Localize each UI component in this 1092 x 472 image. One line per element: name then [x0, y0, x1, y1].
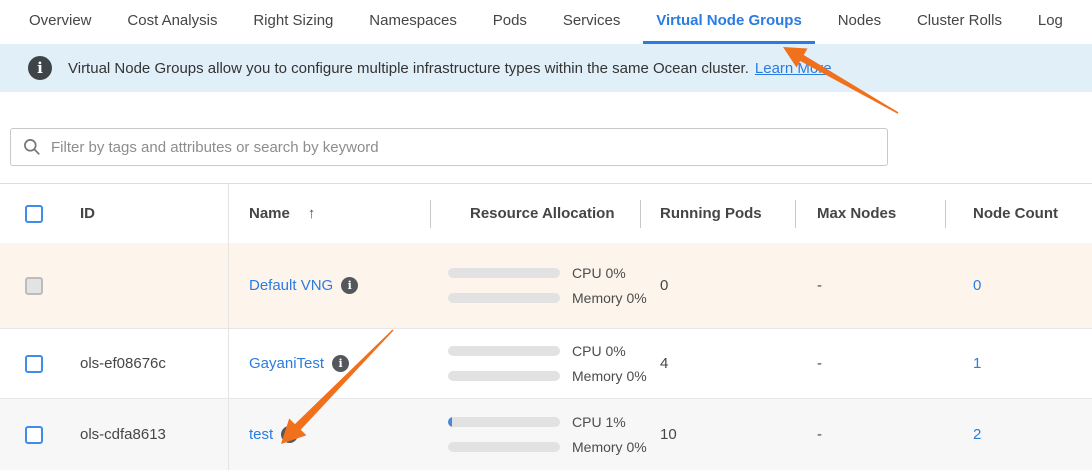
filter-section [0, 92, 1092, 166]
cpu-bar [448, 346, 560, 356]
vng-info-icon[interactable]: i [281, 426, 298, 443]
header-name[interactable]: Name ↑ [228, 184, 430, 243]
node-count-link[interactable]: 2 [973, 426, 981, 443]
table-body: Default VNG i CPU 0% Memory 0% 0 - 0 ols… [0, 243, 1092, 470]
filter-input[interactable] [51, 139, 875, 156]
select-all-checkbox[interactable] [25, 205, 43, 223]
header-id: ID [56, 184, 228, 243]
running-pods-value: 4 [640, 329, 795, 398]
search-icon [23, 138, 41, 156]
tab-right-sizing[interactable]: Right Sizing [240, 0, 346, 44]
running-pods-value: 10 [640, 399, 795, 470]
tab-cluster-rolls[interactable]: Cluster Rolls [904, 0, 1015, 44]
vng-info-icon[interactable]: i [341, 277, 358, 294]
max-nodes-value: - [795, 329, 945, 398]
cluster-tab-bar: OverviewCost AnalysisRight SizingNamespa… [0, 0, 1092, 44]
resource-allocation: CPU 0% Memory 0% [448, 265, 647, 306]
tab-overview[interactable]: Overview [16, 0, 105, 44]
cpu-label: CPU 0% [572, 265, 626, 281]
cpu-label: CPU 0% [572, 343, 626, 359]
max-nodes-value: - [795, 399, 945, 470]
tab-pods[interactable]: Pods [480, 0, 540, 44]
memory-bar [448, 371, 560, 381]
virtual-node-groups-page: OverviewCost AnalysisRight SizingNamespa… [0, 0, 1092, 472]
tab-services[interactable]: Services [550, 0, 634, 44]
memory-bar [448, 442, 560, 452]
banner-text: Virtual Node Groups allow you to configu… [68, 60, 832, 77]
table-row: ols-ef08676c GayaniTest i CPU 0% Memory … [0, 328, 1092, 398]
sort-ascending-icon[interactable]: ↑ [308, 205, 316, 222]
info-banner: i Virtual Node Groups allow you to confi… [0, 44, 1092, 92]
table-row: ols-cdfa8613 test i CPU 1% Memory 0% 10 … [0, 398, 1092, 470]
vng-name-link[interactable]: Default VNG [249, 277, 333, 294]
header-resource-allocation: Resource Allocation [430, 184, 640, 243]
vng-table: ID Name ↑ Resource Allocation Running Po… [0, 183, 1092, 470]
resource-allocation: CPU 0% Memory 0% [448, 343, 647, 384]
row-checkbox[interactable] [25, 426, 43, 444]
learn-more-link[interactable]: Learn More [755, 60, 832, 77]
node-count-link[interactable]: 1 [973, 355, 981, 372]
info-icon: i [28, 56, 52, 80]
tab-cost-analysis[interactable]: Cost Analysis [114, 0, 230, 44]
tab-virtual-node-groups[interactable]: Virtual Node Groups [643, 0, 815, 44]
header-running-pods: Running Pods [640, 184, 795, 243]
cpu-bar [448, 268, 560, 278]
memory-label: Memory 0% [572, 290, 647, 306]
cpu-label: CPU 1% [572, 414, 626, 430]
vng-name-link[interactable]: test [249, 426, 273, 443]
row-id: ols-cdfa8613 [56, 399, 228, 470]
row-id [56, 243, 228, 328]
row-checkbox[interactable] [25, 355, 43, 373]
vng-name-link[interactable]: GayaniTest [249, 355, 324, 372]
header-max-nodes: Max Nodes [795, 184, 945, 243]
tab-log[interactable]: Log [1025, 0, 1076, 44]
memory-label: Memory 0% [572, 439, 647, 455]
max-nodes-value: - [795, 243, 945, 328]
table-header-row: ID Name ↑ Resource Allocation Running Po… [0, 184, 1092, 243]
cpu-bar [448, 417, 560, 427]
tab-namespaces[interactable]: Namespaces [356, 0, 470, 44]
vng-info-icon[interactable]: i [332, 355, 349, 372]
tab-nodes[interactable]: Nodes [825, 0, 894, 44]
memory-bar [448, 293, 560, 303]
header-node-count: Node Count [945, 184, 1092, 243]
filter-searchbox[interactable] [10, 128, 888, 166]
row-id: ols-ef08676c [56, 329, 228, 398]
memory-label: Memory 0% [572, 368, 647, 384]
resource-allocation: CPU 1% Memory 0% [448, 414, 647, 455]
node-count-link[interactable]: 0 [973, 277, 981, 294]
table-row: Default VNG i CPU 0% Memory 0% 0 - 0 [0, 243, 1092, 328]
running-pods-value: 0 [640, 243, 795, 328]
row-checkbox [25, 277, 43, 295]
